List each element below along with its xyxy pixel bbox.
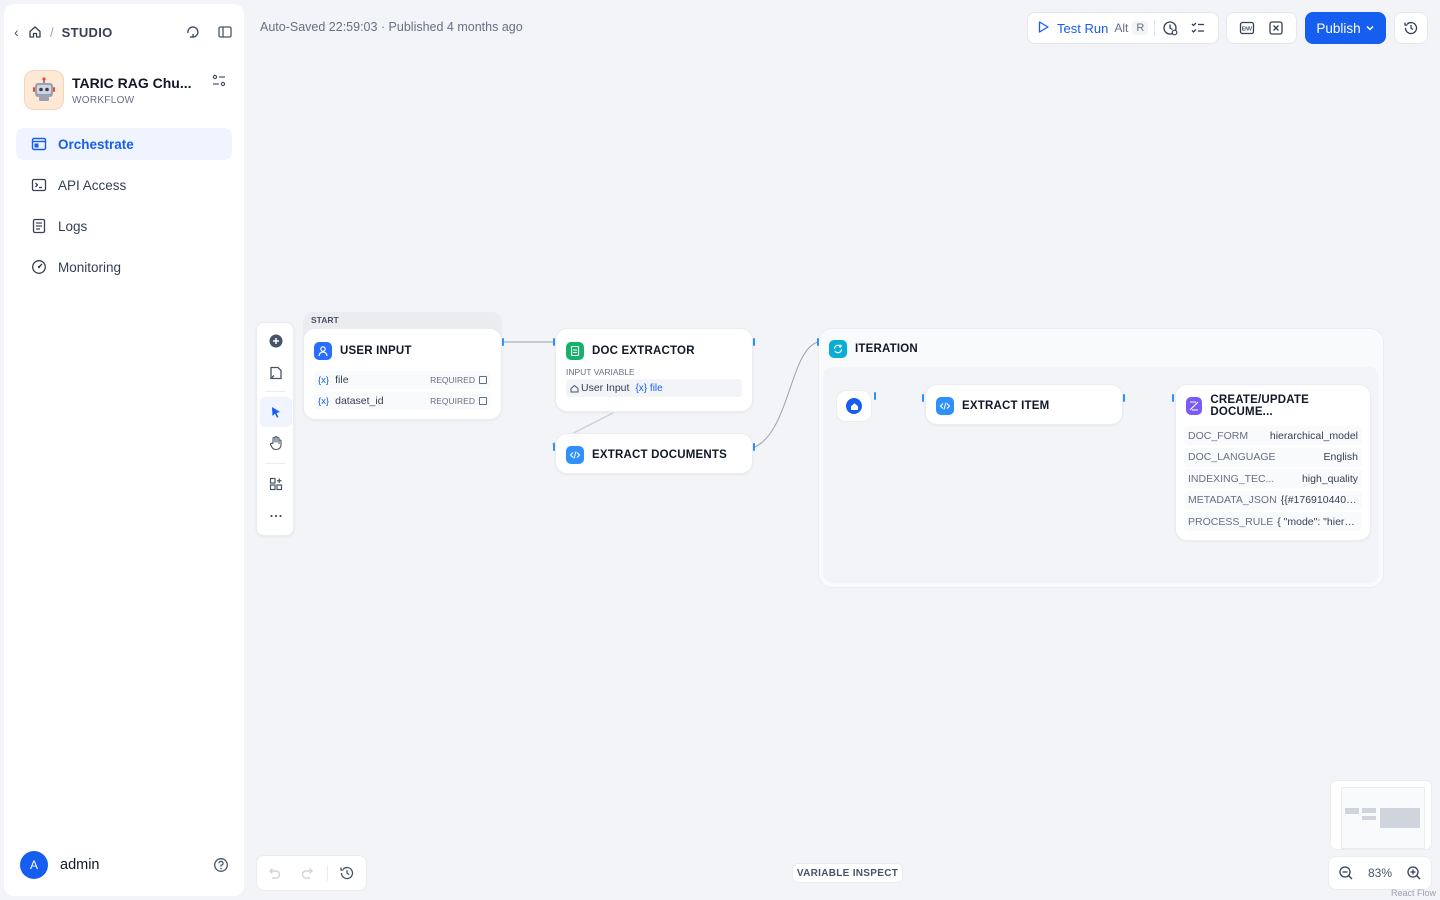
property-value: hierarchical_model <box>1269 429 1358 442</box>
doc-extractor-node[interactable]: DOC EXTRACTOR INPUT VARIABLE User Input … <box>555 328 753 412</box>
node-title: ITERATION <box>855 343 918 355</box>
undo-redo-group <box>256 855 367 891</box>
node-title: EXTRACT DOCUMENTS <box>592 449 728 461</box>
code-icon <box>566 446 584 464</box>
zoom-level[interactable]: 83% <box>1368 866 1392 880</box>
node-title: CREATE/UPDATE DOCUME... <box>1210 394 1310 418</box>
property-value: high_quality <box>1301 472 1358 485</box>
output-handle[interactable] <box>753 338 755 346</box>
input-handle[interactable] <box>553 443 555 451</box>
redo-icon[interactable] <box>299 864 317 882</box>
output-handle[interactable] <box>753 443 755 451</box>
output-handle[interactable] <box>502 338 504 346</box>
input-variable-label: INPUT VARIABLE <box>566 367 635 377</box>
variable-name: dataset_id <box>335 395 384 407</box>
user-input-icon <box>314 342 332 360</box>
property-row: DOC_FORM hierarchical_model <box>1184 426 1362 445</box>
code-icon <box>936 397 954 415</box>
required-badge: REQUIRED <box>430 396 475 406</box>
property-key: DOC_FORM <box>1188 429 1249 442</box>
property-key: METADATA_JSON <box>1188 494 1277 507</box>
home-icon <box>846 398 862 414</box>
property-row: INDEXING_TEC... high_quality <box>1184 469 1362 489</box>
divider <box>327 865 328 881</box>
doc-extractor-icon <box>566 342 584 360</box>
iteration-icon <box>829 340 847 358</box>
property-value: {{#17691044000... <box>1280 494 1358 507</box>
minimap[interactable] <box>1330 780 1432 850</box>
input-source: User Input <box>581 382 630 394</box>
knowledge-icon <box>1186 397 1203 415</box>
input-handle[interactable] <box>817 338 819 346</box>
output-handle[interactable] <box>1123 394 1125 402</box>
property-row: DOC_LANGUAGE English <box>1184 447 1362 467</box>
required-icon <box>479 376 487 384</box>
input-handle[interactable] <box>1172 394 1174 402</box>
input-handle[interactable] <box>922 394 924 402</box>
variable-prefix: {x} <box>318 374 330 386</box>
start-variable-row: {x} file REQUIRED <box>314 371 491 389</box>
node-title: USER INPUT <box>340 345 412 357</box>
zoom-out-icon[interactable] <box>1337 864 1355 882</box>
variable-name: file <box>335 374 349 386</box>
property-key: DOC_LANGUAGE <box>1188 451 1276 464</box>
required-icon <box>479 397 487 405</box>
variable-inspect-button[interactable]: VARIABLE INSPECT <box>792 863 903 883</box>
property-key: PROCESS_RULE <box>1188 515 1274 528</box>
iteration-start-node[interactable] <box>836 390 872 422</box>
edge-extract-iteration <box>754 341 819 448</box>
start-variable-row: {x} dataset_id REQUIRED <box>314 392 491 410</box>
home-small-icon <box>570 384 579 393</box>
undo-icon[interactable] <box>265 864 283 882</box>
history-icon[interactable] <box>338 864 356 882</box>
variable-prefix: {x} <box>318 395 330 407</box>
required-badge: REQUIRED <box>430 375 475 385</box>
property-key: INDEXING_TEC... <box>1188 472 1275 485</box>
node-title: DOC EXTRACTOR <box>592 345 695 357</box>
property-row: PROCESS_RULE{ "mode": "hierarc... <box>1184 512 1362 532</box>
property-value: { "mode": "hierarc... <box>1277 515 1358 528</box>
input-var: {x} file <box>635 382 663 394</box>
output-handle[interactable] <box>874 392 876 400</box>
input-variable-value: User Input {x} file <box>566 379 742 397</box>
zoom-control: 83% <box>1328 856 1432 890</box>
node-title: EXTRACT ITEM <box>962 400 1050 412</box>
minimap-viewport <box>1341 787 1425 849</box>
zoom-in-icon[interactable] <box>1405 864 1423 882</box>
extract-item-node[interactable]: EXTRACT ITEM <box>925 384 1123 425</box>
create-update-document-node[interactable]: CREATE/UPDATE DOCUME... DOC_FORM hierarch… <box>1175 384 1371 541</box>
extract-documents-node[interactable]: EXTRACT DOCUMENTS <box>555 433 753 474</box>
property-row: METADATA_JSON {{#17691044000... <box>1184 490 1362 510</box>
property-value: English <box>1323 451 1358 464</box>
react-flow-attribution[interactable]: React Flow <box>1391 888 1436 898</box>
user-input-node[interactable]: USER INPUT {x} file REQUIRED {x} dataset… <box>303 328 502 420</box>
input-handle[interactable] <box>553 338 555 346</box>
